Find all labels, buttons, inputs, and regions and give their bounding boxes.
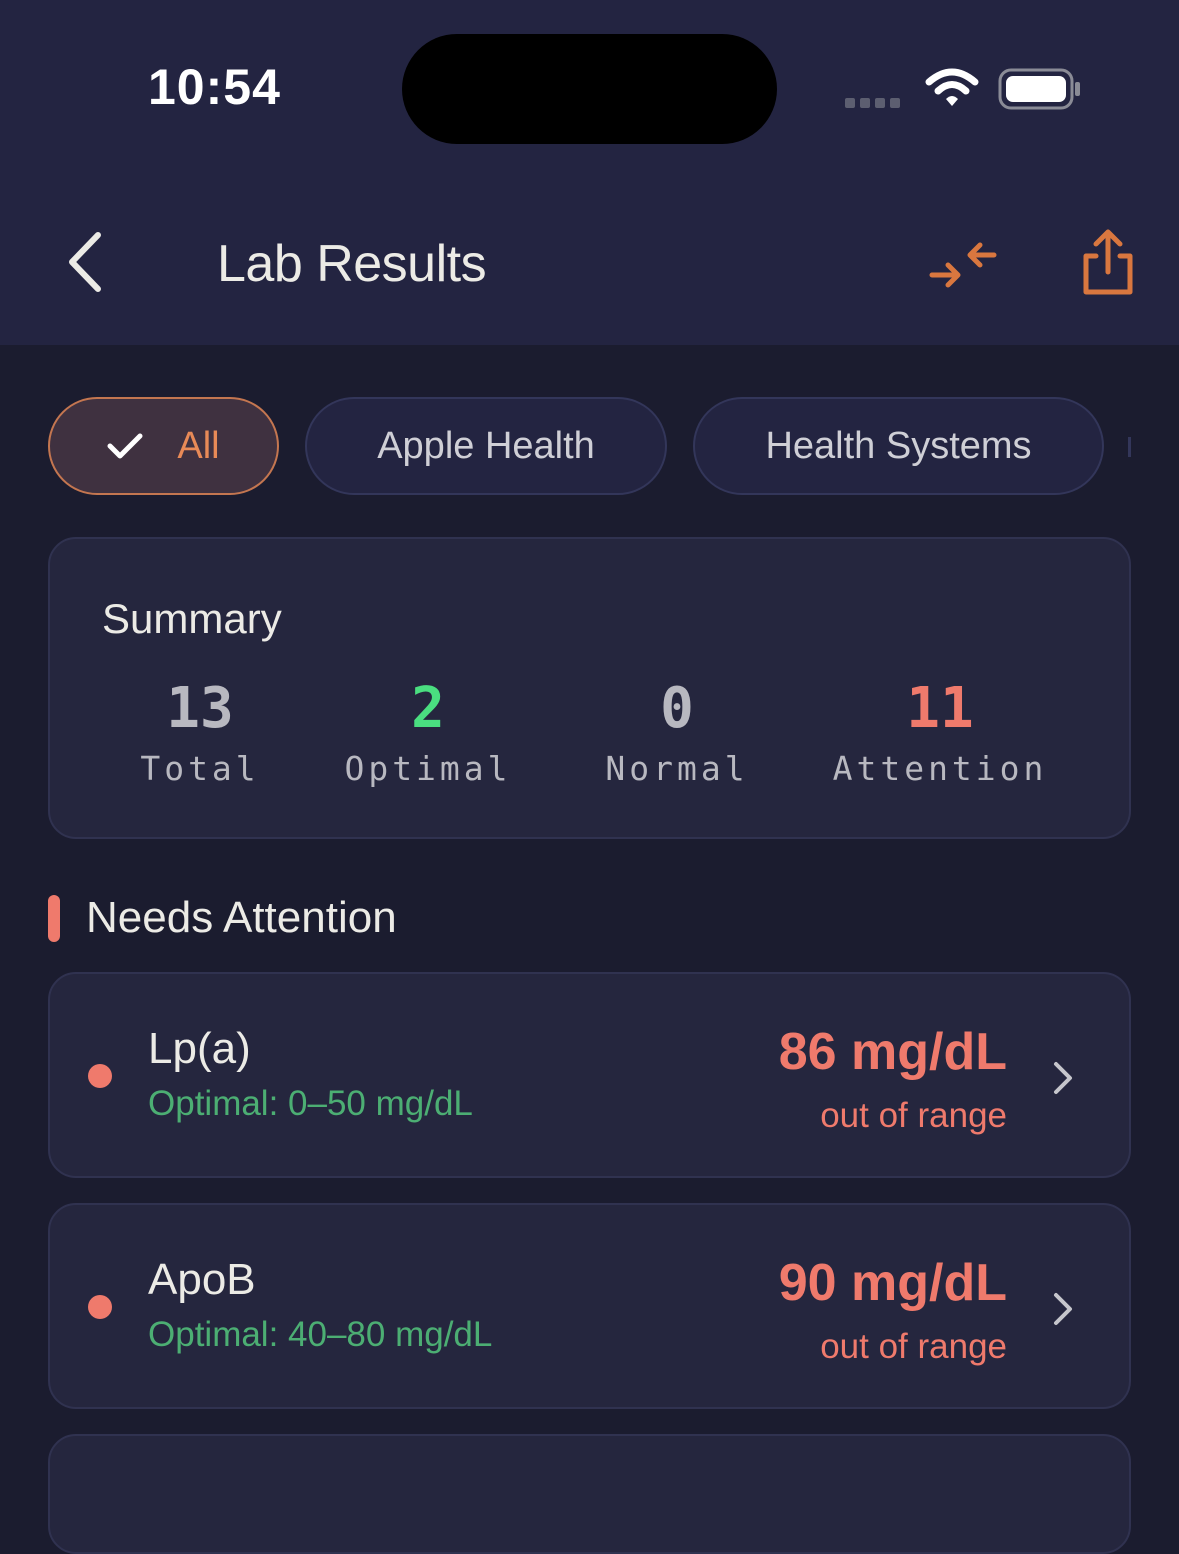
result-value: 86 mg/dL [778, 1023, 1007, 1081]
stat-value: 0 [660, 676, 694, 741]
stat-label: Optimal [344, 749, 512, 788]
stat-label: Normal [605, 749, 749, 788]
stat-value: 13 [166, 676, 234, 741]
dynamic-island [402, 34, 777, 144]
result-optimal-range: Optimal: 0–50 mg/dL [148, 1084, 473, 1123]
result-value: 90 mg/dL [778, 1254, 1007, 1312]
stat-optimal: 2 Optimal [298, 676, 558, 789]
result-name: ApoB [148, 1255, 256, 1304]
collapse-arrows-icon[interactable] [928, 235, 1000, 295]
stat-total: 13 Total [70, 676, 330, 789]
result-optimal-range: Optimal: 40–80 mg/dL [148, 1315, 493, 1354]
chevron-right-icon [1054, 1293, 1072, 1325]
result-status: out of range [820, 1096, 1007, 1135]
lab-result-row[interactable]: Lp(a) Optimal: 0–50 mg/dL 86 mg/dL out o… [48, 972, 1131, 1178]
stat-label: Total [140, 749, 260, 788]
stat-attention: 11 Attention [810, 676, 1070, 789]
top-bar: 10:54 Lab Results [0, 0, 1179, 345]
section-accent-bar [48, 895, 60, 942]
lab-result-row-partial[interactable] [48, 1434, 1131, 1554]
filter-chip-apple-health[interactable]: Apple Health [305, 397, 667, 495]
filter-chip-health-systems[interactable]: Health Systems [693, 397, 1104, 495]
battery-icon [998, 68, 1080, 110]
status-time: 10:54 [148, 59, 281, 115]
page-title: Lab Results [217, 235, 487, 293]
chevron-right-icon [1054, 1062, 1072, 1094]
status-dot [88, 1064, 112, 1088]
checkmark-icon [107, 432, 143, 460]
share-icon[interactable] [1078, 222, 1138, 302]
stat-normal: 0 Normal [547, 676, 807, 789]
filter-chip-all[interactable]: All [48, 397, 279, 495]
summary-card: Summary 13 Total 2 Optimal 0 Normal 11 A… [48, 537, 1131, 839]
section-title: Needs Attention [86, 893, 397, 942]
back-chevron-icon[interactable] [60, 225, 120, 300]
result-name: Lp(a) [148, 1024, 251, 1073]
status-dot [88, 1295, 112, 1319]
result-status: out of range [820, 1327, 1007, 1366]
filter-chip-partial[interactable] [1128, 437, 1131, 457]
wifi-icon [925, 68, 979, 106]
lab-result-row[interactable]: ApoB Optimal: 40–80 mg/dL 90 mg/dL out o… [48, 1203, 1131, 1409]
stat-label: Attention [832, 749, 1048, 788]
summary-title: Summary [102, 595, 282, 642]
filter-chip-label: All [177, 424, 220, 467]
cellular-signal-icon [845, 95, 905, 113]
stat-value: 11 [906, 676, 974, 741]
filter-chip-label: Apple Health [377, 424, 595, 467]
filter-chip-label: Health Systems [765, 424, 1032, 467]
stat-value: 2 [411, 676, 445, 741]
